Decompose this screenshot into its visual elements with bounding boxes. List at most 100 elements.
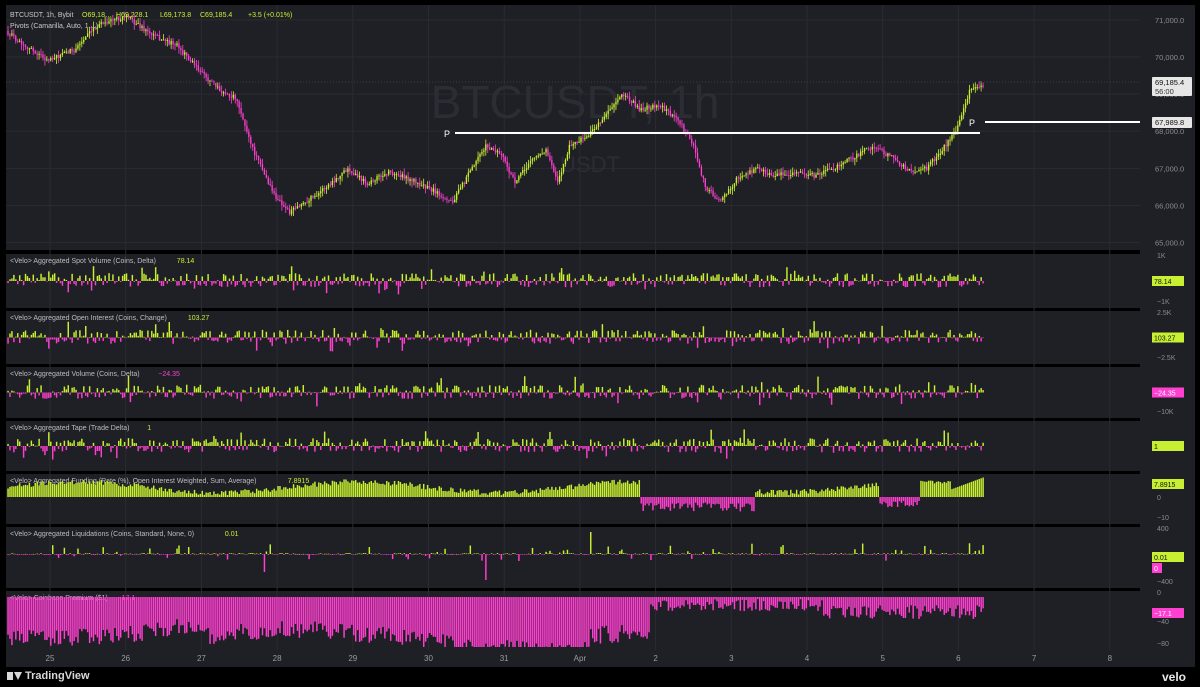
chart-root[interactable]: 25 26 27 28 29 30 31 Apr 2 3 4 5 6 7 8 71,000.0 70,000.0… (0, 0, 1200, 687)
candle-body (18, 40, 21, 42)
indicator-bar (840, 446, 843, 448)
indicator-bar (36, 597, 38, 633)
pane-title: <Velo> Aggregated Spot Volume (Coins, De… (10, 258, 156, 265)
indicator-bar (57, 337, 60, 342)
candle-body (9, 34, 11, 36)
indicator-bar (30, 392, 33, 396)
indicator-bar (613, 281, 615, 286)
candle-body (112, 19, 114, 21)
indicator-bar (255, 391, 258, 393)
indicator-bar (883, 439, 885, 446)
indicator-bar (275, 490, 277, 497)
candle-body (335, 177, 337, 183)
indicator-bar (59, 442, 62, 446)
indicator-bar (296, 386, 299, 393)
indicator-bar (244, 554, 246, 555)
indicator-bar (34, 445, 36, 447)
candle-body (591, 129, 594, 132)
indicator-bar (479, 392, 481, 398)
indicator-bar (825, 281, 827, 284)
indicator-bar (867, 441, 870, 446)
indicator-bar (972, 446, 975, 447)
indicator-bar (407, 554, 409, 560)
indicator-bar (920, 333, 922, 338)
indicator-bar (304, 554, 306, 555)
indicator-bar (44, 446, 46, 456)
indicator-bar (941, 392, 944, 396)
indicator-bar (193, 597, 196, 632)
indicator-bar (729, 553, 732, 555)
indicator-bar (691, 554, 693, 559)
indicator-bar (215, 389, 217, 393)
indicator-bar (300, 278, 303, 281)
indicator-bar (801, 336, 804, 338)
indicator-bar (42, 277, 44, 281)
indicator-bar (924, 281, 926, 286)
indicator-bar (85, 553, 87, 554)
indicator-bar (191, 597, 194, 632)
indicator-bar (343, 273, 345, 281)
indicator-bar (650, 597, 652, 605)
indicator-bar (743, 497, 745, 507)
indicator-bar (255, 440, 258, 446)
indicator-bar (881, 280, 883, 281)
indicator-bar (751, 281, 753, 283)
indicator-bar (279, 486, 281, 497)
indicator-bar (417, 386, 419, 393)
indicator-bar (512, 490, 514, 497)
indicator-bar (523, 446, 526, 451)
indicator-bar (638, 281, 641, 283)
indicator-bar (883, 281, 885, 282)
indicator-bar (679, 276, 681, 281)
indicator-bar (535, 554, 538, 555)
indicator-bar (692, 392, 695, 393)
indicator-bar (881, 497, 883, 505)
indicator-bar (59, 281, 62, 284)
indicator-bar (434, 597, 437, 637)
indicator-bar (786, 392, 788, 397)
indicator-bar (316, 440, 318, 446)
indicator-bar (832, 277, 835, 281)
indicator-bar (807, 275, 810, 281)
indicator-bar (141, 553, 143, 554)
indicator-bar (920, 273, 922, 281)
indicator-bar (102, 388, 104, 393)
candle-body (195, 65, 198, 67)
pane-value: 7.8915 (288, 478, 310, 485)
indicator-bar (764, 392, 767, 394)
indicator-bar (220, 440, 223, 446)
candle-body (288, 208, 291, 215)
indicator-bar (982, 337, 984, 339)
chart-canvas[interactable]: 25 26 27 28 29 30 31 Apr 2 3 4 5 6 7 871,000.070,000.0… (0, 0, 1200, 667)
indicator-bar (648, 497, 650, 506)
indicator-bar (914, 597, 916, 606)
indicator-bar (360, 278, 363, 281)
indicator-bar (553, 489, 555, 497)
indicator-bar (506, 597, 508, 641)
indicator-bar (640, 597, 642, 637)
indicator-bar (749, 497, 751, 505)
indicator-bar (638, 335, 641, 338)
candle-body (370, 180, 372, 185)
indicator-bar (687, 497, 689, 508)
indicator-bar (186, 384, 188, 393)
indicator-bar (976, 337, 979, 342)
indicator-bar (267, 386, 270, 393)
indicator-bar (22, 597, 25, 643)
indicator-bar (246, 278, 248, 281)
indicator-bar (471, 392, 473, 399)
candle-body (351, 171, 353, 174)
candle-body (826, 168, 829, 170)
indicator-bar (786, 597, 788, 609)
candle-body (506, 161, 508, 167)
indicator-bar (397, 481, 400, 497)
indicator-bar (345, 479, 347, 497)
indicator-bar (44, 597, 46, 640)
indicator-bar (156, 385, 159, 393)
tradingview-logo[interactable]: TradingView (7, 670, 90, 682)
indicator-bar (947, 332, 949, 338)
indicator-bar (98, 337, 101, 341)
indicator-bar (683, 441, 685, 446)
indicator-bar (603, 278, 606, 281)
indicator-bar (417, 485, 419, 497)
